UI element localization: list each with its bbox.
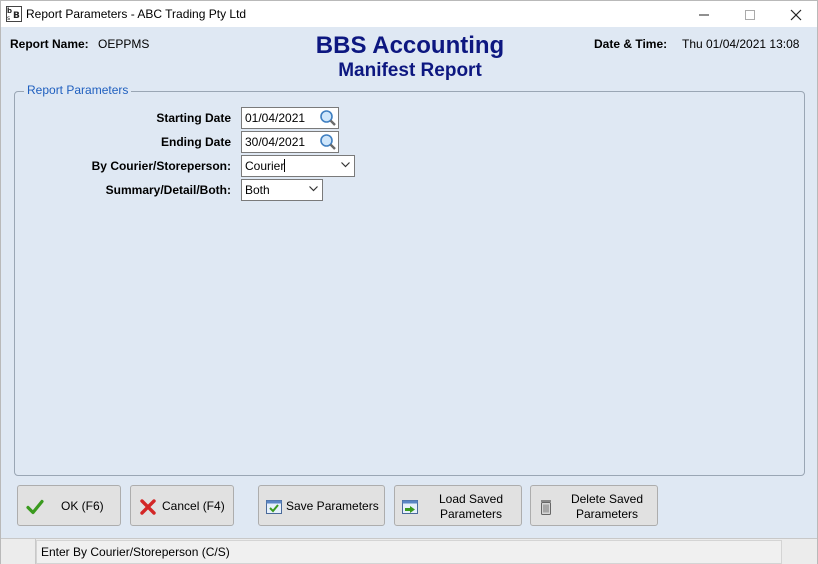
ending-date-field[interactable]: 30/04/2021 <box>241 131 339 153</box>
trash-icon <box>541 500 551 515</box>
status-bar-right-panel <box>783 539 817 564</box>
save-parameters-button[interactable]: Save Parameters <box>258 485 385 526</box>
chevron-down-icon <box>341 162 350 168</box>
starting-date-field[interactable]: 01/04/2021 <box>241 107 339 129</box>
status-message: Enter By Courier/Storeperson (C/S) <box>36 540 782 564</box>
report-parameters-form: Report Name: OEPPMS BBS Accounting Manif… <box>0 27 818 564</box>
courier-storeperson-select[interactable]: Courier <box>241 155 355 177</box>
ok-button-label: OK (F6) <box>61 499 104 513</box>
close-icon <box>790 9 802 21</box>
window-title-bar[interactable]: b B s Report Parameters - ABC Trading Pt… <box>0 0 818 27</box>
report-title: Manifest Report <box>338 60 482 81</box>
load-parameters-icon <box>402 500 418 514</box>
report-parameters-group-label: Report Parameters <box>24 83 132 97</box>
save-parameters-icon <box>266 500 282 514</box>
ending-date-label: Ending Date <box>160 135 231 149</box>
cancel-button-label: Cancel (F4) <box>162 499 225 513</box>
cancel-x-icon <box>140 499 156 515</box>
minimize-button[interactable] <box>681 1 727 28</box>
delete-saved-parameters-button[interactable]: Delete Saved Parameters <box>530 485 658 526</box>
close-button[interactable] <box>773 1 818 28</box>
ok-button[interactable]: OK (F6) <box>17 485 121 526</box>
save-parameters-label: Save Parameters <box>286 499 379 513</box>
courier-storeperson-value: Courier <box>245 159 285 173</box>
magnifier-icon[interactable] <box>319 133 337 151</box>
summary-detail-both-select[interactable]: Both <box>241 179 323 201</box>
window-title: Report Parameters - ABC Trading Pty Ltd <box>26 7 247 21</box>
minimize-icon <box>699 14 709 16</box>
maximize-button[interactable] <box>727 1 773 28</box>
checkmark-icon <box>26 499 44 515</box>
chevron-down-icon <box>309 186 318 192</box>
app-icon: b B s <box>6 6 22 22</box>
datetime-label: Date & Time: <box>594 37 668 51</box>
ending-date-value: 30/04/2021 <box>245 135 306 149</box>
maximize-icon <box>745 10 755 20</box>
delete-saved-parameters-label: Delete Saved Parameters <box>559 492 655 522</box>
starting-date-label: Starting Date <box>156 111 231 125</box>
text-caret <box>284 159 286 172</box>
status-bar-left-panel <box>1 539 36 564</box>
svg-text:s: s <box>7 15 10 22</box>
summary-detail-both-value: Both <box>245 183 270 197</box>
report-parameters-group <box>14 91 805 476</box>
magnifier-icon[interactable] <box>319 109 337 127</box>
summary-detail-both-label: Summary/Detail/Both: <box>105 183 231 197</box>
delete-saved-line2: Parameters <box>575 507 639 521</box>
load-saved-parameters-label: Load Saved Parameters <box>423 492 519 522</box>
svg-text:b: b <box>7 7 12 15</box>
load-saved-line1: Load Saved <box>438 492 504 506</box>
cancel-button[interactable]: Cancel (F4) <box>130 485 234 526</box>
delete-saved-line1: Delete Saved <box>570 492 644 506</box>
load-saved-parameters-button[interactable]: Load Saved Parameters <box>394 485 522 526</box>
datetime-value: Thu 01/04/2021 13:08 <box>682 37 800 51</box>
svg-text:B: B <box>13 11 20 21</box>
courier-storeperson-label: By Courier/Storeperson: <box>91 159 231 173</box>
status-bar: Enter By Courier/Storeperson (C/S) <box>1 538 817 564</box>
starting-date-value: 01/04/2021 <box>245 111 306 125</box>
load-saved-line2: Parameters <box>439 507 503 521</box>
